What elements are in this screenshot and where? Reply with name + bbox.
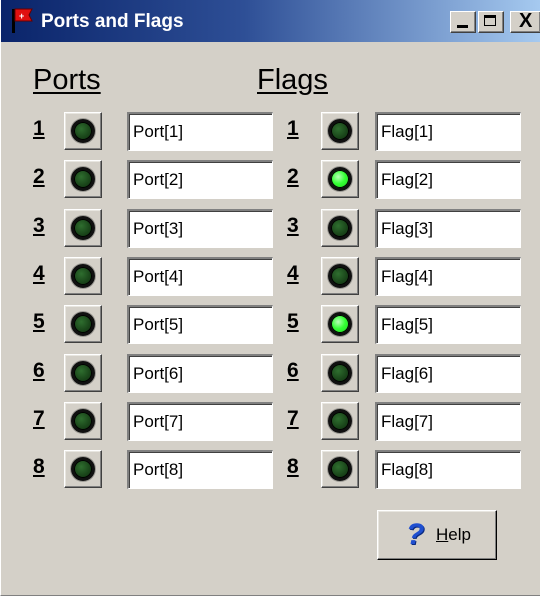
led-icon	[71, 264, 95, 288]
close-button[interactable]: X	[510, 10, 540, 33]
led-icon	[328, 457, 352, 481]
led-icon	[71, 312, 95, 336]
flag-name-field-2[interactable]	[375, 160, 521, 199]
flag-number-7: 7	[287, 407, 299, 430]
port-led-button-1[interactable]	[64, 112, 102, 150]
flag-led-button-6[interactable]	[321, 354, 359, 392]
flag-name-field-8[interactable]	[375, 450, 521, 489]
port-name-field-1[interactable]	[127, 112, 273, 151]
led-icon	[328, 167, 352, 191]
port-name-field-7[interactable]	[127, 402, 273, 441]
led-icon	[328, 264, 352, 288]
led-icon	[71, 216, 95, 240]
led-icon	[71, 119, 95, 143]
ports-flags-window: + Ports and Flags X Ports Flags 1 2 3 4 5 6 7 8…	[0, 0, 540, 596]
port-led-button-7[interactable]	[64, 402, 102, 440]
help-button[interactable]: ? Help	[377, 510, 497, 560]
port-led-button-8[interactable]	[64, 450, 102, 488]
port-name-field-4[interactable]	[127, 257, 273, 296]
port-led-button-4[interactable]	[64, 257, 102, 295]
flag-number-1: 1	[287, 117, 299, 140]
led-icon	[328, 409, 352, 433]
flag-number-6: 6	[287, 359, 299, 382]
question-icon: ?	[406, 518, 425, 551]
port-led-button-5[interactable]	[64, 305, 102, 343]
flag-number-8: 8	[287, 455, 299, 478]
port-number-6: 6	[33, 359, 45, 382]
minimize-button[interactable]	[450, 11, 476, 33]
flag-number-2: 2	[287, 165, 299, 188]
maximize-button[interactable]	[478, 11, 504, 33]
flag-led-button-5[interactable]	[321, 305, 359, 343]
flag-name-field-3[interactable]	[375, 209, 521, 248]
port-number-2: 2	[33, 165, 45, 188]
port-led-button-6[interactable]	[64, 354, 102, 392]
led-icon	[71, 167, 95, 191]
flag-name-field-7[interactable]	[375, 402, 521, 441]
flag-number-5: 5	[287, 310, 299, 333]
flags-heading: Flags	[257, 64, 328, 96]
port-number-7: 7	[33, 407, 45, 430]
port-number-1: 1	[33, 117, 45, 140]
led-icon	[328, 216, 352, 240]
flag-name-field-4[interactable]	[375, 257, 521, 296]
flag-number-3: 3	[287, 214, 299, 237]
flag-number-4: 4	[287, 262, 299, 285]
port-number-3: 3	[33, 214, 45, 237]
led-icon	[71, 409, 95, 433]
flag-led-button-8[interactable]	[321, 450, 359, 488]
port-number-8: 8	[33, 455, 45, 478]
close-icon: X	[519, 10, 533, 32]
port-led-button-2[interactable]	[64, 160, 102, 198]
led-icon	[328, 361, 352, 385]
led-icon	[71, 457, 95, 481]
port-led-button-3[interactable]	[64, 209, 102, 247]
title-bar[interactable]: + Ports and Flags X	[1, 0, 540, 42]
led-icon	[328, 119, 352, 143]
port-name-field-8[interactable]	[127, 450, 273, 489]
flag-led-button-7[interactable]	[321, 402, 359, 440]
flag-name-field-5[interactable]	[375, 305, 521, 344]
flag-led-button-2[interactable]	[321, 160, 359, 198]
port-name-field-5[interactable]	[127, 305, 273, 344]
led-icon	[71, 361, 95, 385]
port-number-5: 5	[33, 310, 45, 333]
flag-name-field-1[interactable]	[375, 112, 521, 151]
window-title: Ports and Flags	[41, 11, 184, 32]
red-flag-icon: +	[12, 8, 33, 33]
flag-led-button-1[interactable]	[321, 112, 359, 150]
flag-name-field-6[interactable]	[375, 354, 521, 393]
port-name-field-2[interactable]	[127, 160, 273, 199]
ports-heading: Ports	[33, 64, 101, 96]
port-name-field-6[interactable]	[127, 354, 273, 393]
svg-text:+: +	[19, 11, 24, 21]
port-number-4: 4	[33, 262, 45, 285]
flag-led-button-4[interactable]	[321, 257, 359, 295]
help-label: Help	[436, 525, 471, 544]
led-icon	[328, 312, 352, 336]
flag-led-button-3[interactable]	[321, 209, 359, 247]
port-name-field-3[interactable]	[127, 209, 273, 248]
